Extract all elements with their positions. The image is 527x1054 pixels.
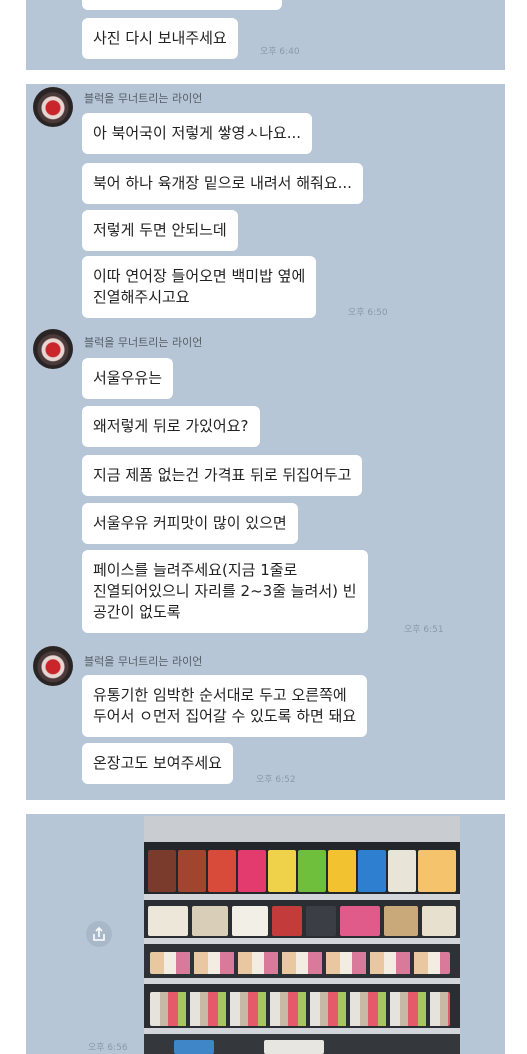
chat-bubble[interactable]: 지금 제품 없는건 가격표 뒤로 뒤집어두고 [82, 455, 363, 496]
sender-name: 블럭을 무너트리는 라이언 [84, 655, 203, 668]
message-time: 오후 6:52 [256, 775, 296, 785]
shelf [144, 816, 460, 842]
message-text: 지금 제품 없는건 가격표 뒤로 뒤집어두고 [93, 466, 352, 484]
product [384, 906, 418, 936]
chat-bubble[interactable]: 사진 다시 보내주세요 [82, 18, 238, 59]
avatar[interactable] [33, 646, 73, 686]
chat-bubble[interactable]: 온장고도 보여주세요 [82, 743, 233, 784]
sender-name: 블럭을 무너트리는 라이언 [84, 92, 203, 105]
message-time: 오후 6:56 [88, 1043, 128, 1053]
message-text: 북어 하나 육개장 밑으로 내려서 해줘요... [93, 174, 352, 192]
product [148, 906, 188, 936]
message-time: 오후 6:40 [260, 47, 300, 57]
chat-strip-3: 오후 6:56 [26, 814, 505, 1054]
message-time: 오후 6:50 [348, 308, 388, 318]
product [306, 906, 336, 936]
product [268, 850, 296, 892]
message-text: 이따 연어장 들어오면 백미밥 옆에 진열해주시고요 [93, 267, 306, 306]
chat-bubble[interactable]: 왜저렇게 뒤로 가있어요? [82, 406, 260, 447]
product [264, 1040, 324, 1054]
product [150, 992, 450, 1026]
chat-bubble[interactable]: 페이스를 늘려주세요(지금 1줄로 진열되어있으니 자리를 2~3줄 늘려서) … [82, 550, 368, 633]
chat-bubble[interactable]: 유통기한 임박한 순서대로 두고 오른쪽에 두어서 ㅇ먼저 집어갈 수 있도록 … [82, 675, 368, 737]
message-text: 왜저렇게 뒤로 가있어요? [93, 417, 249, 435]
shelf [144, 842, 460, 894]
message-text: 서울우유 커피맛이 많이 있으면 [93, 514, 287, 532]
message-text: 서울우유는 [93, 369, 163, 387]
product [388, 850, 416, 892]
shelf [144, 944, 460, 978]
product [174, 1040, 214, 1054]
message-time: 오후 6:51 [404, 625, 444, 635]
shelf [144, 900, 460, 938]
message-text: 사진 다시 보내주세요 [93, 29, 227, 47]
chat-bubble[interactable]: 저렇게 두면 안되느데 [82, 210, 238, 251]
product [358, 850, 386, 892]
product [208, 850, 236, 892]
store-fridge-photo[interactable] [144, 816, 460, 1054]
product [232, 906, 268, 936]
product [192, 906, 228, 936]
shelf [144, 1034, 460, 1054]
product [150, 952, 450, 974]
product [328, 850, 356, 892]
chat-bubble-previous [82, 0, 282, 10]
product [272, 906, 302, 936]
chat-bubble[interactable]: 이따 연어장 들어오면 백미밥 옆에 진열해주시고요 [82, 256, 317, 318]
message-text: 유통기한 임박한 순서대로 두고 오른쪽에 두어서 ㅇ먼저 집어갈 수 있도록 … [93, 686, 357, 725]
shelf [144, 984, 460, 1028]
chat-bubble[interactable]: 서울우유 커피맛이 많이 있으면 [82, 503, 298, 544]
chat-bubble[interactable]: 북어 하나 육개장 밑으로 내려서 해줘요... [82, 163, 363, 204]
product [340, 906, 380, 936]
chat-strip-1: 사진 다시 보내주세요 오후 6:40 [26, 0, 505, 70]
message-text: 저렇게 두면 안되느데 [93, 221, 227, 239]
message-text: 온장고도 보여주세요 [93, 754, 222, 772]
avatar[interactable] [33, 87, 73, 127]
product [298, 850, 326, 892]
chat-bubble[interactable]: 아 북어국이 저렇게 쌓영ㅅ나요... [82, 113, 313, 154]
message-text: 아 북어국이 저렇게 쌓영ㅅ나요... [93, 124, 302, 142]
chat-bubble[interactable]: 서울우유는 [82, 358, 174, 399]
product [418, 850, 456, 892]
sender-name: 블럭을 무너트리는 라이언 [84, 336, 203, 349]
product [422, 906, 456, 936]
share-icon[interactable] [86, 921, 112, 947]
product [178, 850, 206, 892]
message-text: 페이스를 늘려주세요(지금 1줄로 진열되어있으니 자리를 2~3줄 늘려서) … [93, 561, 357, 621]
product [238, 850, 266, 892]
product [148, 850, 176, 892]
avatar[interactable] [33, 329, 73, 369]
